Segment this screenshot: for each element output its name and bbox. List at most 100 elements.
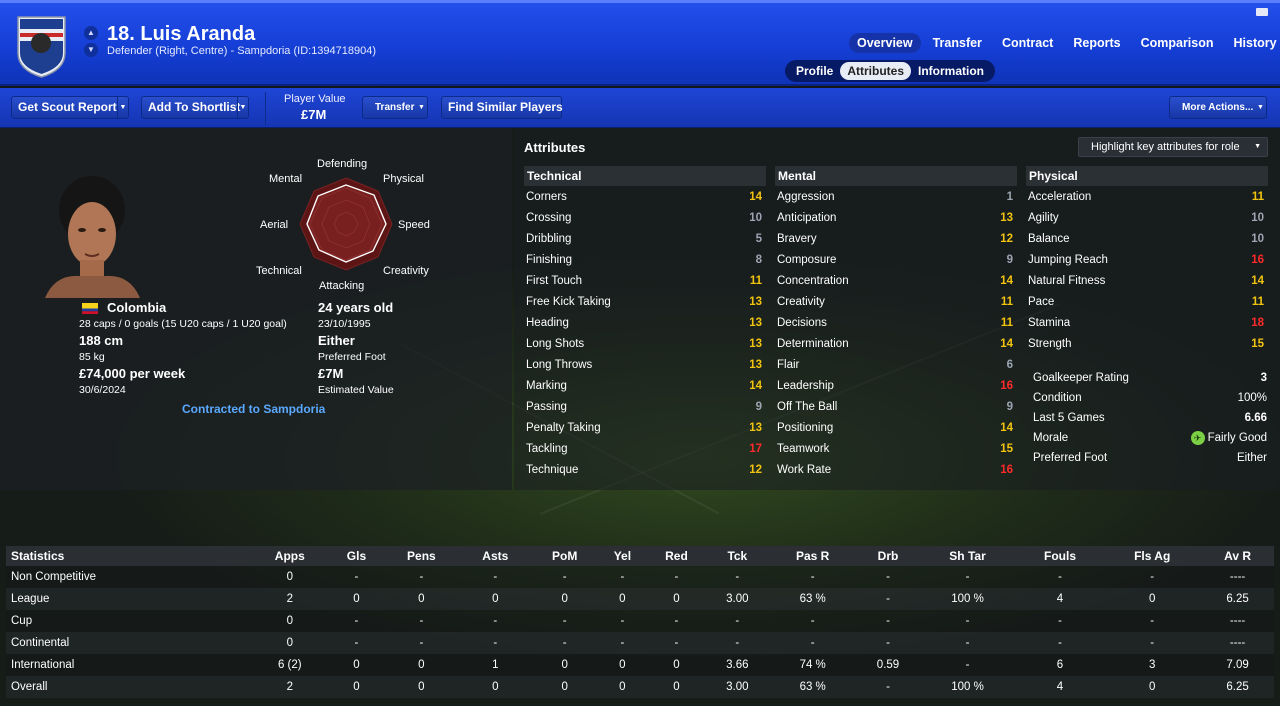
attribute-row[interactable]: Balance 10	[1026, 228, 1268, 249]
next-player-icon[interactable]: ▼	[84, 43, 98, 57]
attribute-row[interactable]: Acceleration 11	[1026, 186, 1268, 207]
attribute-row[interactable]: Jumping Reach 16	[1026, 249, 1268, 270]
table-row[interactable]: League 2 0 0 0 0 0 0 3.00 63 % -100 % 4 0 6.25	[6, 588, 1274, 610]
stats-cell: 0	[460, 676, 531, 698]
attribute-value: 12	[749, 463, 762, 476]
attribute-row[interactable]: Pace 11	[1026, 291, 1268, 312]
attribute-row[interactable]: Positioning 14	[775, 417, 1017, 438]
chevron-down-icon[interactable]: ▼	[117, 97, 128, 118]
attribute-row[interactable]: Passing 9	[524, 396, 766, 417]
tab-overview[interactable]: Overview	[849, 33, 921, 53]
attribute-row[interactable]: Strength 15	[1026, 333, 1268, 354]
attribute-name: Free Kick Taking	[526, 295, 611, 308]
stats-cell: -	[460, 632, 531, 654]
attribute-row[interactable]: Teamwork 15	[775, 438, 1017, 459]
window-icon[interactable]	[1256, 8, 1268, 16]
attribute-row[interactable]: Composure 9	[775, 249, 1017, 270]
attribute-row[interactable]: Off The Ball 9	[775, 396, 1017, 417]
subtab-information[interactable]: Information	[911, 62, 991, 80]
prev-player-icon[interactable]: ▲	[84, 26, 98, 40]
stats-column-header[interactable]: Drb	[857, 546, 919, 566]
table-row[interactable]: International 6 (2) 0 0 1 0 0 0 3.66 74 % 0.59-6 3 7…	[6, 654, 1274, 676]
attribute-row[interactable]: Tackling 17	[524, 438, 766, 459]
tab-transfer[interactable]: Transfer	[925, 33, 990, 53]
tab-reports[interactable]: Reports	[1065, 33, 1128, 53]
attribute-row[interactable]: Corners 14	[524, 186, 766, 207]
attribute-row[interactable]: Free Kick Taking 13	[524, 291, 766, 312]
stats-cell: 0	[598, 676, 646, 698]
stats-column-header[interactable]: Av R	[1201, 546, 1274, 566]
table-row[interactable]: Overall 2 0 0 0 0 0 0 3.00 63 % -100 % 4 0 6.25	[6, 676, 1274, 698]
attribute-row[interactable]: Anticipation 13	[775, 207, 1017, 228]
attribute-row[interactable]: Creativity 11	[775, 291, 1017, 312]
attribute-name: Jumping Reach	[1028, 253, 1108, 266]
stats-column-header[interactable]: Gls	[330, 546, 383, 566]
table-row[interactable]: Continental 0- - - - - - - - - - - - ----	[6, 632, 1274, 654]
stats-column-header[interactable]: Pas R	[767, 546, 858, 566]
stats-column-header[interactable]: Asts	[460, 546, 531, 566]
chevron-down-icon[interactable]: ▼	[237, 97, 248, 118]
stats-cell: 0	[598, 654, 646, 676]
stats-cell: 0	[645, 676, 708, 698]
subtab-profile[interactable]: Profile	[789, 62, 840, 80]
attribute-row[interactable]: Flair 6	[775, 354, 1017, 375]
attribute-value: 10	[1251, 232, 1264, 245]
attribute-row[interactable]: Agility 10	[1026, 207, 1268, 228]
tab-history[interactable]: History	[1226, 33, 1280, 53]
stats-cell: -	[1016, 566, 1104, 588]
table-row[interactable]: Non Competitive 0- - - - - - - - - - - - ----	[6, 566, 1274, 588]
scout-report-button[interactable]: Get Scout Report ▼	[11, 96, 129, 119]
table-row[interactable]: Cup 0- - - - - - - - - - - - ----	[6, 610, 1274, 632]
attribute-row[interactable]: First Touch 11	[524, 270, 766, 291]
transfer-button[interactable]: Transfer ▼	[362, 96, 428, 119]
attribute-row[interactable]: Leadership 16	[775, 375, 1017, 396]
more-actions-button[interactable]: More Actions... ▼	[1169, 96, 1267, 119]
attribute-row[interactable]: Stamina 18	[1026, 312, 1268, 333]
stats-cell: -	[330, 566, 383, 588]
stats-cell: -	[330, 610, 383, 632]
find-similar-button[interactable]: Find Similar Players	[441, 96, 563, 119]
stats-column-header[interactable]: Apps	[249, 546, 331, 566]
attribute-row[interactable]: Natural Fitness 14	[1026, 270, 1268, 291]
attribute-row[interactable]: Decisions 11	[775, 312, 1017, 333]
attribute-value: 14	[1000, 421, 1013, 434]
attribute-name: First Touch	[526, 274, 583, 287]
attribute-row[interactable]: Finishing 8	[524, 249, 766, 270]
tab-contract[interactable]: Contract	[994, 33, 1061, 53]
attribute-row[interactable]: Long Throws 13	[524, 354, 766, 375]
physical-attributes: Physical Acceleration 11 Agility 10 Balance 1…	[1026, 166, 1268, 354]
attribute-row[interactable]: Long Shots 13	[524, 333, 766, 354]
attribute-row[interactable]: Heading 13	[524, 312, 766, 333]
stats-column-header[interactable]: Sh Tar	[918, 546, 1017, 566]
attribute-name: Technique	[526, 463, 579, 476]
attribute-row[interactable]: Dribbling 5	[524, 228, 766, 249]
attribute-row[interactable]: Marking 14	[524, 375, 766, 396]
tab-comparison[interactable]: Comparison	[1133, 33, 1222, 53]
attribute-row[interactable]: Determination 14	[775, 333, 1017, 354]
attribute-row[interactable]: Aggression 1	[775, 186, 1017, 207]
stats-column-header[interactable]: Fls Ag	[1103, 546, 1202, 566]
stats-column-header[interactable]: PoM	[530, 546, 599, 566]
summary-value: 100%	[1237, 392, 1267, 404]
attribute-row[interactable]: Work Rate 16	[775, 459, 1017, 480]
contract-status-link[interactable]: Contracted to Sampdoria	[182, 402, 325, 416]
attribute-row[interactable]: Bravery 12	[775, 228, 1017, 249]
attribute-row[interactable]: Penalty Taking 13	[524, 417, 766, 438]
stats-cell: -	[530, 610, 599, 632]
stats-column-header[interactable]: Tck	[707, 546, 768, 566]
subtab-attributes[interactable]: Attributes	[840, 62, 912, 80]
stats-column-header[interactable]: Red	[645, 546, 708, 566]
add-to-shortlist-button[interactable]: Add To Shortlist ▼	[141, 96, 249, 119]
attribute-row[interactable]: Concentration 14	[775, 270, 1017, 291]
attribute-row[interactable]: Technique 12	[524, 459, 766, 480]
highlight-role-dropdown[interactable]: Highlight key attributes for role ▼	[1078, 137, 1268, 157]
attribute-name: Creativity	[777, 295, 825, 308]
stats-column-header[interactable]: Yel	[598, 546, 646, 566]
stats-cell: -	[857, 610, 919, 632]
stats-column-header[interactable]: Statistics	[6, 546, 250, 566]
stats-cell: -	[530, 566, 599, 588]
stats-column-header[interactable]: Fouls	[1016, 546, 1104, 566]
player-nav-arrows: ▲ ▼	[84, 26, 98, 58]
stats-column-header[interactable]: Pens	[382, 546, 461, 566]
attribute-row[interactable]: Crossing 10	[524, 207, 766, 228]
